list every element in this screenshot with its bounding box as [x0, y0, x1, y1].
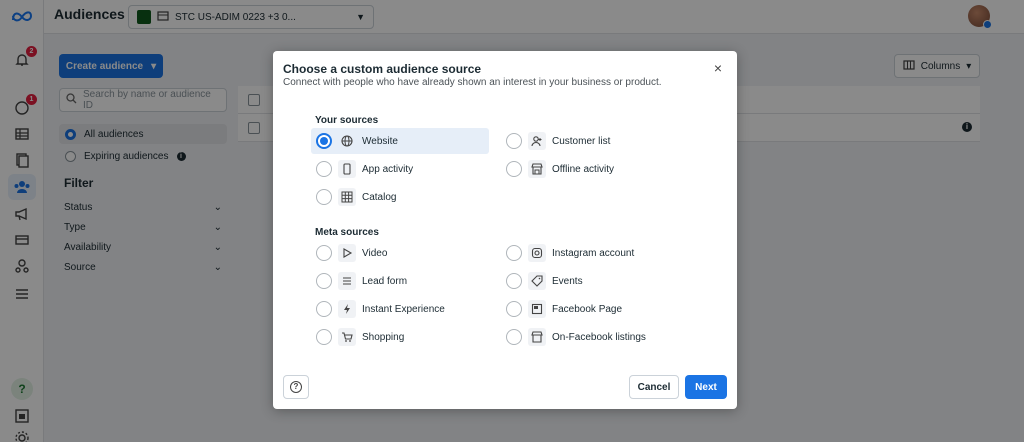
audience-source-dialog: Choose a custom audience source Connect … [273, 51, 737, 409]
option-offline-activity[interactable]: Offline activity [501, 156, 679, 182]
radio-indicator [316, 161, 332, 177]
lightning-icon [338, 300, 356, 318]
question-icon: ? [290, 381, 302, 393]
globe-icon [338, 132, 356, 150]
customer-list-icon [528, 132, 546, 150]
radio-indicator [316, 273, 332, 289]
mobile-icon [338, 160, 356, 178]
radio-indicator [506, 301, 522, 317]
option-label: Lead form [362, 275, 408, 287]
option-label: Events [552, 275, 583, 287]
option-catalog[interactable]: Catalog [311, 184, 489, 210]
option-customer-list[interactable]: Customer list [501, 128, 679, 154]
radio-indicator [316, 329, 332, 345]
option-label: Offline activity [552, 163, 615, 175]
catalog-grid-icon [338, 188, 356, 206]
play-icon [338, 244, 356, 262]
cancel-button[interactable]: Cancel [629, 375, 679, 399]
radio-indicator [506, 245, 522, 261]
meta-sources-heading: Meta sources [315, 227, 379, 238]
option-label: Catalog [362, 191, 397, 203]
lead-form-icon [338, 272, 356, 290]
your-sources-heading: Your sources [315, 115, 379, 126]
next-button[interactable]: Next [685, 375, 727, 399]
radio-indicator [506, 273, 522, 289]
option-label: Shopping [362, 331, 405, 343]
option-lead-form[interactable]: Lead form [311, 268, 489, 294]
option-website[interactable]: Website [311, 128, 489, 154]
option-shopping[interactable]: Shopping [311, 324, 489, 350]
radio-indicator [506, 133, 522, 149]
close-icon[interactable]: × [711, 61, 725, 75]
tag-icon [528, 272, 546, 290]
listing-icon [528, 328, 546, 346]
option-label: Website [362, 135, 398, 147]
option-label: Facebook Page [552, 303, 623, 315]
radio-indicator [506, 329, 522, 345]
instagram-icon [528, 244, 546, 262]
radio-indicator [506, 161, 522, 177]
option-label: Instant Experience [362, 303, 445, 315]
option-label: On-Facebook listings [552, 331, 646, 343]
page-icon [528, 300, 546, 318]
dialog-title: Choose a custom audience source [283, 62, 482, 76]
option-label: Customer list [552, 135, 611, 147]
option-label: Video [362, 247, 388, 259]
dialog-subtitle: Connect with people who have already sho… [283, 77, 662, 88]
option-facebook-page[interactable]: Facebook Page [501, 296, 679, 322]
radio-indicator [316, 245, 332, 261]
option-on-facebook-listings[interactable]: On-Facebook listings [501, 324, 679, 350]
option-video[interactable]: Video [311, 240, 489, 266]
radio-indicator [316, 301, 332, 317]
cart-icon [338, 328, 356, 346]
radio-indicator [316, 133, 332, 149]
option-instagram-account[interactable]: Instagram account [501, 240, 679, 266]
option-label: Instagram account [552, 247, 635, 259]
store-icon [528, 160, 546, 178]
option-label: App activity [362, 163, 414, 175]
option-instant-experience[interactable]: Instant Experience [311, 296, 489, 322]
radio-indicator [316, 189, 332, 205]
option-app-activity[interactable]: App activity [311, 156, 489, 182]
option-events[interactable]: Events [501, 268, 679, 294]
help-button[interactable]: ? [283, 375, 309, 399]
